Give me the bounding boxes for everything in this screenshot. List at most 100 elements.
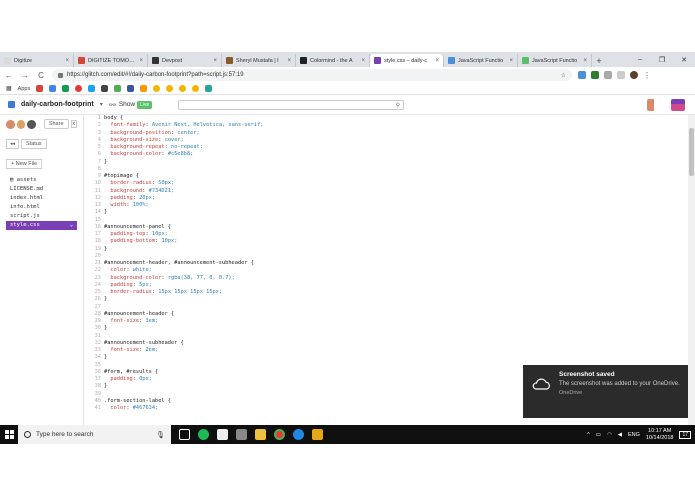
browser-tab[interactable]: Colormind - the A × <box>296 54 370 67</box>
user-avatar[interactable] <box>647 99 661 111</box>
file-name: info.html <box>10 204 40 210</box>
avatar[interactable] <box>27 119 36 129</box>
app-icon[interactable] <box>236 429 247 440</box>
close-window-button[interactable]: ✕ <box>673 52 695 67</box>
notification-center-icon[interactable]: 17 <box>679 430 691 439</box>
microphone-icon[interactable]: 🎙 <box>156 431 165 439</box>
bookmark-icon[interactable] <box>75 85 83 92</box>
sidebar: Share x ◂◂ Status + New File ▤ assets LIC… <box>0 115 84 425</box>
project-name[interactable]: daily-carbon-footprint <box>21 101 94 108</box>
line-number: 9 <box>97 173 101 179</box>
task-view-icon[interactable] <box>179 429 190 440</box>
bookmark-icon[interactable] <box>101 85 109 92</box>
volume-icon[interactable]: ◀ <box>618 432 622 438</box>
file-explorer-icon[interactable] <box>255 429 266 440</box>
code-text: } <box>104 325 108 332</box>
edge-icon[interactable] <box>293 429 304 440</box>
code-text: .form-section-label { <box>104 397 171 404</box>
bookmark-star-icon[interactable]: ☆ <box>561 72 566 79</box>
drive-bookmark-icon[interactable] <box>62 85 70 92</box>
file-item[interactable]: LICENSE.md <box>6 185 77 194</box>
bookmark-icon[interactable] <box>205 85 213 92</box>
spotify-icon[interactable] <box>198 429 209 440</box>
share-button[interactable]: Share <box>43 119 69 129</box>
file-item[interactable]: index.html <box>6 194 77 203</box>
apps-bookmark[interactable]: Apps <box>18 86 31 92</box>
lightbulb-bookmark-icon[interactable] <box>179 85 187 92</box>
clock[interactable]: 10:17 AM 10/14/2018 <box>646 428 674 442</box>
lightbulb-bookmark-icon[interactable] <box>192 85 200 92</box>
tab-close-icon[interactable]: × <box>509 58 513 64</box>
glitch-menu-icon[interactable] <box>671 99 685 111</box>
chrome-icon[interactable] <box>274 429 285 440</box>
tab-close-icon[interactable]: × <box>361 58 365 64</box>
browser-tab[interactable]: JavaScript Functio × <box>444 54 518 67</box>
network-icon[interactable]: ▭ <box>596 432 601 438</box>
twitter-bookmark-icon[interactable] <box>88 85 96 92</box>
store-icon[interactable] <box>217 429 228 440</box>
taskbar-search[interactable]: Type here to search 🎙 <box>18 425 171 444</box>
status-button[interactable]: Status <box>21 139 47 149</box>
close-icon[interactable]: x <box>70 120 78 128</box>
start-button[interactable] <box>0 425 18 444</box>
file-item[interactable]: info.html <box>6 203 77 212</box>
new-file-button[interactable]: + New File <box>6 159 43 169</box>
browser-tab[interactable]: DIGITIZE TOMORR × <box>74 54 148 67</box>
code-text: } <box>104 245 108 252</box>
tab-close-icon[interactable]: × <box>65 58 69 64</box>
browser-tab[interactable]: Digitize × <box>0 54 74 67</box>
bookmark-icon[interactable] <box>140 85 148 92</box>
gmail-bookmark-icon[interactable] <box>36 85 44 92</box>
browser-tab[interactable]: Sheryl Mustafa | I × <box>222 54 296 67</box>
new-tab-button[interactable]: + <box>592 54 606 67</box>
extension-icon[interactable] <box>578 71 586 79</box>
css-value: 5px; <box>139 281 152 288</box>
minimize-button[interactable]: – <box>629 52 651 67</box>
tab-close-icon[interactable]: × <box>435 58 439 64</box>
lightbulb-bookmark-icon[interactable] <box>153 85 161 92</box>
sunglasses-icon: 👓 <box>108 101 117 109</box>
chevron-down-icon[interactable]: ▾ <box>100 101 103 108</box>
css-value: 50px; <box>158 180 175 187</box>
lightbulb-bookmark-icon[interactable] <box>166 85 174 92</box>
browser-tab[interactable]: style.css – daily-c × <box>370 54 444 67</box>
scrollbar-thumb[interactable] <box>689 128 694 176</box>
tab-close-icon[interactable]: × <box>213 58 217 64</box>
file-item[interactable]: ▤ assets <box>6 176 77 185</box>
wifi-icon[interactable]: ◠ <box>607 432 612 438</box>
screenshot-notification[interactable]: Screenshot saved The screenshot was adde… <box>523 365 688 418</box>
file-item[interactable]: style.css ⌄ <box>6 221 77 230</box>
chevron-down-icon[interactable]: ⌄ <box>70 221 73 230</box>
show-button[interactable]: 👓 Show Live <box>108 100 153 109</box>
css-property: padding <box>110 281 133 288</box>
forward-button[interactable]: → <box>20 71 30 80</box>
chevron-up-icon[interactable]: ^ <box>587 432 590 438</box>
bookmark-icon[interactable] <box>49 85 57 92</box>
bookmark-icon[interactable] <box>114 85 122 92</box>
code-text: } <box>104 354 108 361</box>
back-button[interactable]: ← <box>4 71 14 80</box>
language-indicator[interactable]: ENG <box>628 432 640 438</box>
profile-avatar[interactable] <box>630 71 638 79</box>
address-bar[interactable]: https://glitch.com/edit/#!/daily-carbon-… <box>52 69 572 81</box>
bookmark-icon[interactable] <box>127 85 135 92</box>
apps-grid-icon[interactable]: ▦ <box>6 85 12 92</box>
collapse-icon[interactable]: ◂◂ <box>6 139 20 149</box>
tab-close-icon[interactable]: × <box>287 58 291 64</box>
reload-button[interactable]: C <box>36 71 46 80</box>
browser-tab[interactable]: Devpost × <box>148 54 222 67</box>
tab-close-icon[interactable]: × <box>583 58 587 64</box>
code-text: background-size: cover; <box>104 137 183 144</box>
tab-close-icon[interactable]: × <box>139 58 143 64</box>
maximize-button[interactable]: ❐ <box>651 52 673 67</box>
search-input[interactable]: ⚲ <box>178 100 404 110</box>
extension-icon[interactable] <box>591 71 599 79</box>
extension-icon[interactable] <box>604 71 612 79</box>
avatar[interactable] <box>16 119 26 129</box>
file-item[interactable]: script.js <box>6 212 77 221</box>
browser-tab[interactable]: JavaScript Functio × <box>518 54 592 67</box>
avatar[interactable] <box>6 119 15 129</box>
extension-icon[interactable] <box>617 71 625 79</box>
app-icon[interactable] <box>312 429 323 440</box>
browser-menu-icon[interactable]: ⋮ <box>643 71 651 80</box>
